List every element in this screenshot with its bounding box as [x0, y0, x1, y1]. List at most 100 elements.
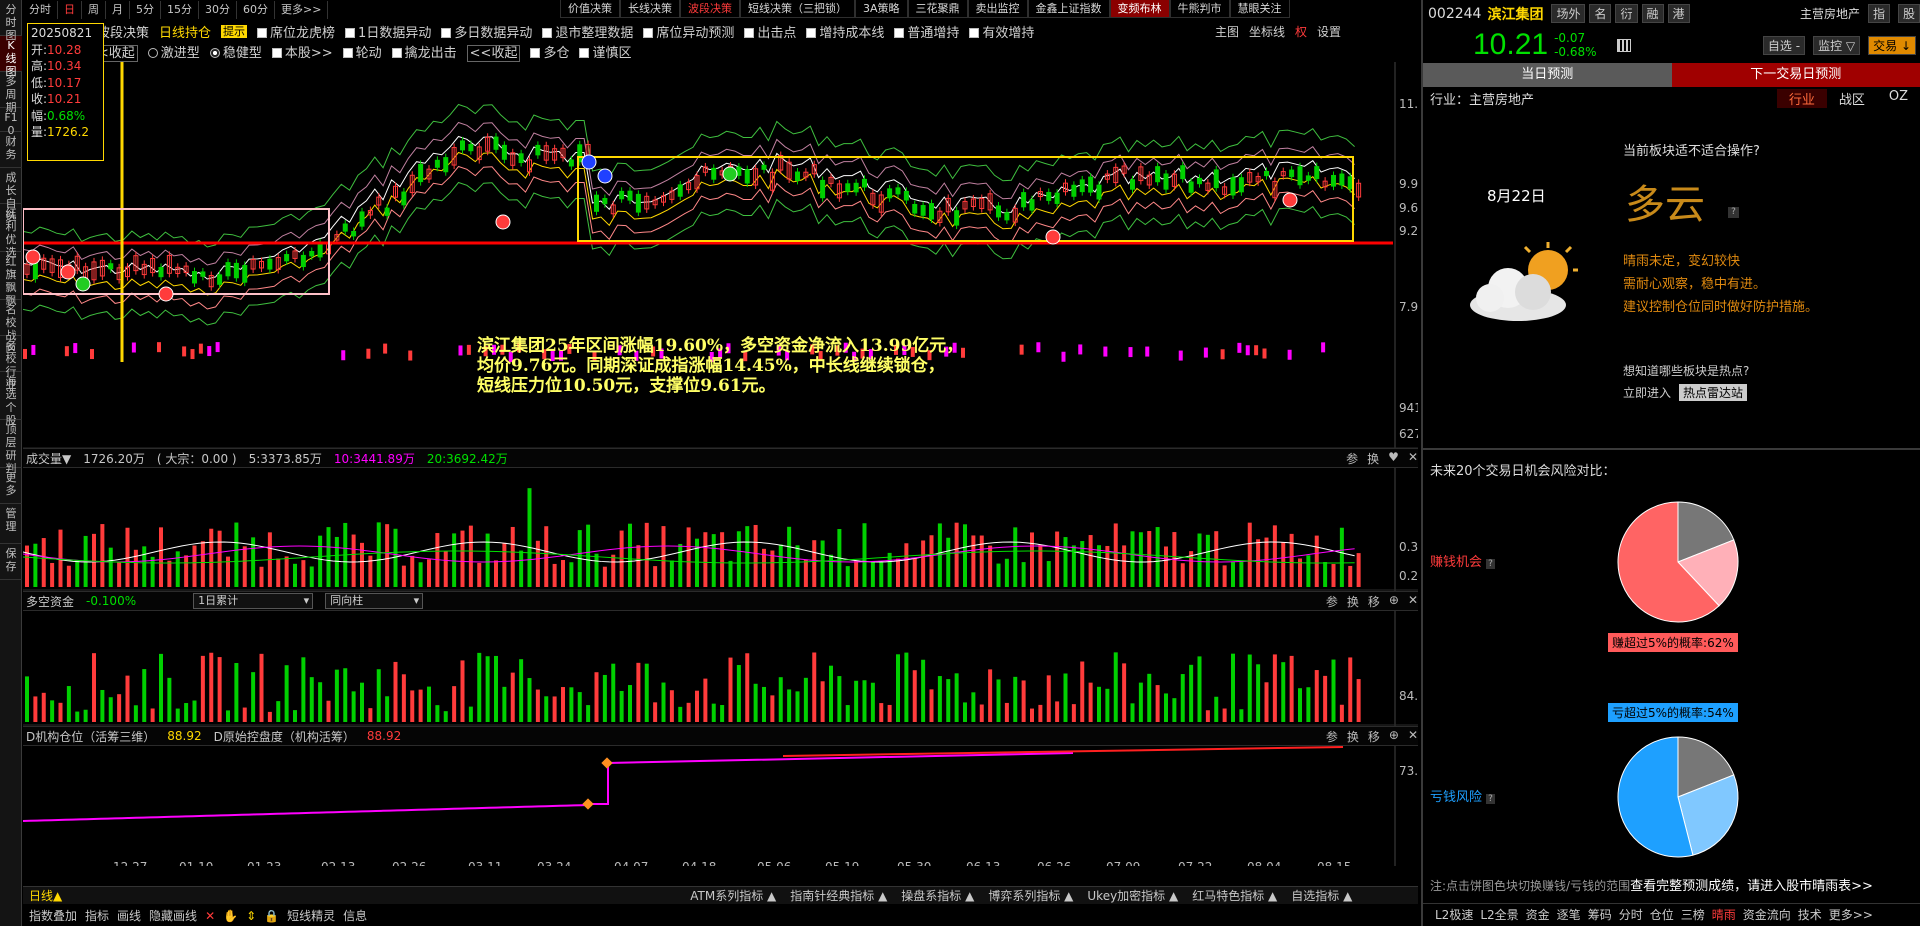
- checkbox-icon[interactable]: [579, 47, 590, 58]
- left-nav-item[interactable]: 顶层研判: [0, 420, 22, 475]
- checkbox-icon[interactable]: [342, 47, 353, 58]
- indicator-category-tab[interactable]: 红马特色指标 ▲: [1192, 887, 1277, 904]
- loss-pie-chart[interactable]: [1608, 727, 1748, 867]
- overlay-option[interactable]: 席位异动预测: [643, 22, 734, 41]
- indicator-tab[interactable]: 金鑫上证指数: [1027, 0, 1110, 18]
- overlay-option[interactable]: 本股>>: [271, 42, 333, 61]
- radio-icon[interactable]: [147, 47, 158, 58]
- toolbar-button[interactable]: ✕: [205, 909, 215, 923]
- panel-tool-icon[interactable]: 移: [1368, 593, 1380, 610]
- period-tab[interactable]: 5分: [130, 1, 161, 19]
- indicator-tab[interactable]: 牛熊判市: [1169, 0, 1230, 18]
- left-nav-item[interactable]: 名校战区: [0, 300, 22, 355]
- stock-tag[interactable]: 场外: [1551, 4, 1586, 23]
- left-nav-item[interactable]: 红旗飘飘: [0, 252, 22, 307]
- toolbar-button[interactable]: 指标: [85, 907, 109, 924]
- trade-button[interactable]: 交易 ↓: [1868, 35, 1916, 55]
- checkbox-icon[interactable]: [894, 27, 905, 38]
- indicator-category-tab[interactable]: 博弈系列指标 ▲: [988, 887, 1073, 904]
- overlay-option[interactable]: 日线持仓: [159, 22, 211, 41]
- timeframe-label[interactable]: 日线▲: [29, 887, 62, 904]
- checkbox-icon[interactable]: [806, 27, 817, 38]
- panel-tool-icon[interactable]: 换: [1347, 593, 1359, 610]
- toolbar-button[interactable]: 信息: [343, 907, 367, 924]
- overlay-option[interactable]: 增持成本线: [806, 22, 884, 41]
- overlay-option[interactable]: 激进型: [147, 42, 200, 61]
- inst-label-2[interactable]: D原始控盘度（机构活筹）: [214, 728, 355, 745]
- inst-label-1[interactable]: D机构仓位（活筹三维）: [26, 728, 155, 745]
- left-nav-item[interactable]: 成长自选: [0, 168, 22, 223]
- chart-control[interactable]: 坐标线: [1249, 23, 1285, 40]
- monitor-button[interactable]: 监控 ▽: [1813, 35, 1861, 55]
- toolbar-button[interactable]: 画线: [117, 907, 141, 924]
- checkbox-icon[interactable]: [542, 27, 553, 38]
- fund-mode-select[interactable]: 同向柱: [325, 593, 424, 609]
- right-bottom-tab[interactable]: 仓位: [1650, 906, 1674, 923]
- toolbar-button[interactable]: 🔒: [264, 909, 279, 923]
- overlay-option[interactable]: 1日数据异动: [345, 22, 431, 41]
- indicator-tab[interactable]: 三花聚鼎: [907, 0, 968, 18]
- indicator-category-tab[interactable]: 自选指标 ▲: [1291, 887, 1352, 904]
- indicator-tab[interactable]: 3A策略: [855, 0, 908, 18]
- right-bottom-tab[interactable]: 资金: [1526, 906, 1550, 923]
- period-tab[interactable]: 30分: [199, 1, 237, 19]
- panel-tool-icon[interactable]: ⊕: [1389, 593, 1399, 610]
- panel-tool-icon[interactable]: ✕: [1408, 593, 1418, 610]
- indicator-category-tab[interactable]: 操盘系指标 ▲: [901, 887, 974, 904]
- panel-tool-icon[interactable]: 换: [1347, 728, 1359, 745]
- stock-tag[interactable]: 港: [1667, 4, 1690, 23]
- left-nav-item[interactable]: 名校行业: [0, 336, 22, 391]
- overlay-option[interactable]: 退市整理数据: [542, 22, 633, 41]
- help-icon[interactable]: ?: [1486, 559, 1495, 569]
- right-bottom-tab[interactable]: 分时: [1619, 906, 1643, 923]
- tab-next-prediction[interactable]: 下一交易日预测: [1671, 63, 1920, 87]
- checkbox-icon[interactable]: [257, 27, 268, 38]
- hot-radar-button[interactable]: 热点雷达站: [1679, 384, 1748, 401]
- industry-sub-tab[interactable]: 战区: [1827, 89, 1877, 108]
- indicator-tab[interactable]: 长线决策: [620, 0, 680, 18]
- calendar-icon[interactable]: [1616, 38, 1631, 52]
- panel-tool-icon[interactable]: 移: [1368, 728, 1380, 745]
- left-nav-item[interactable]: 财务: [0, 132, 22, 168]
- checkbox-icon[interactable]: [441, 27, 452, 38]
- panel-tool-icon[interactable]: 参: [1326, 593, 1338, 610]
- left-nav-item[interactable]: 海选个股: [0, 372, 22, 427]
- overlay-option[interactable]: <<收起: [466, 42, 521, 62]
- fund-label[interactable]: 多空资金: [26, 593, 74, 610]
- toolbar-button[interactable]: 短线精灵: [287, 907, 335, 924]
- indicator-tab[interactable]: 波段决策: [680, 0, 740, 18]
- industry-sub-tab[interactable]: OZ: [1877, 89, 1920, 108]
- checkbox-icon[interactable]: [744, 27, 755, 38]
- right-bottom-tab[interactable]: 三榜: [1681, 906, 1705, 923]
- indicator-tab[interactable]: 变频布林: [1109, 0, 1170, 18]
- toolbar-button[interactable]: ✋: [223, 909, 238, 923]
- indicator-tab[interactable]: 短线决策（三把锁）: [740, 0, 855, 18]
- overlay-option[interactable]: 提示: [221, 23, 248, 39]
- left-nav-item[interactable]: F10: [0, 108, 22, 137]
- checkbox-icon[interactable]: [271, 47, 282, 58]
- overlay-option[interactable]: 稳健型: [209, 42, 262, 61]
- overlay-option[interactable]: 擒龙出击: [391, 42, 457, 61]
- panel-tool-icon[interactable]: 参: [1326, 728, 1338, 745]
- panel-tool-icon[interactable]: 参: [1346, 450, 1358, 467]
- left-nav-item[interactable]: 红利优选: [0, 204, 22, 259]
- stock-tag[interactable]: 衍: [1615, 4, 1638, 23]
- right-bottom-tab[interactable]: 更多>>: [1829, 906, 1873, 923]
- left-nav-item[interactable]: 更多: [0, 468, 22, 504]
- index-button[interactable]: 指: [1867, 4, 1890, 23]
- right-bottom-tab[interactable]: L2极速: [1435, 906, 1473, 923]
- gain-pie-chart[interactable]: [1608, 492, 1748, 632]
- indicator-tab[interactable]: 卖出监控: [967, 0, 1028, 18]
- checkbox-icon[interactable]: [643, 27, 654, 38]
- right-bottom-tab[interactable]: 技术: [1798, 906, 1822, 923]
- period-tab[interactable]: 周: [82, 1, 106, 19]
- right-bottom-tab[interactable]: 资金流向: [1743, 906, 1791, 923]
- stock-button[interactable]: 股: [1897, 4, 1920, 23]
- period-tab[interactable]: 月: [106, 1, 130, 19]
- panel-tool-icon[interactable]: 换: [1367, 450, 1379, 467]
- period-tab[interactable]: 15分: [161, 1, 199, 19]
- period-tab[interactable]: 分时: [23, 1, 58, 19]
- tab-today-prediction[interactable]: 当日预测: [1423, 63, 1672, 87]
- period-tab[interactable]: 60分: [237, 1, 275, 19]
- panel-tool-icon[interactable]: ⊕: [1389, 728, 1399, 745]
